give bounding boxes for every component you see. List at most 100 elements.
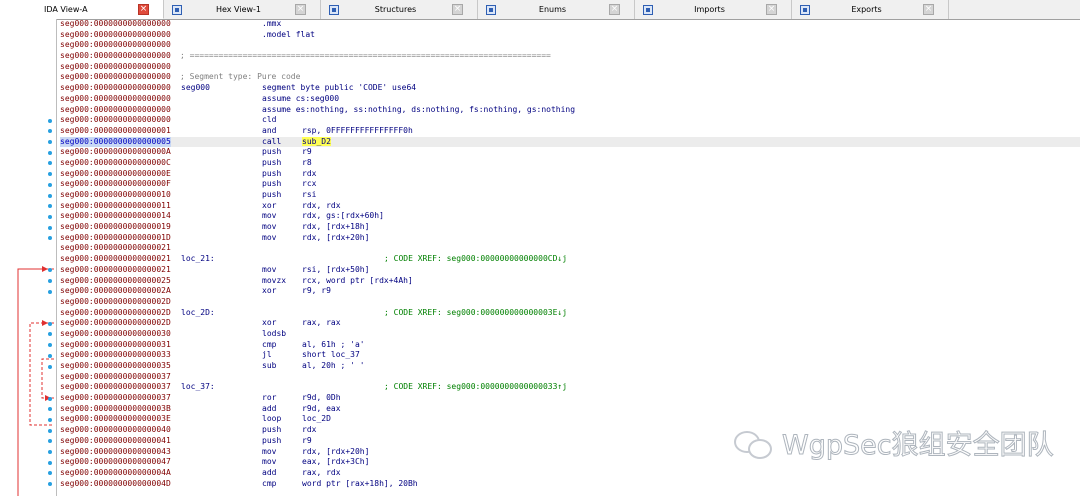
listing-row[interactable]: seg000:0000000000000000 [60, 40, 1080, 51]
highlighted-operand[interactable]: sub_D2 [302, 136, 331, 146]
close-icon[interactable]: × [295, 4, 306, 15]
address[interactable]: seg000:0000000000000000 [60, 19, 171, 30]
operand[interactable]: rax, rdx [302, 468, 341, 479]
listing-row[interactable]: seg000:0000000000000011 xor rdx, rdx [48, 201, 1080, 212]
breakpoint-dot-icon[interactable] [48, 353, 52, 358]
address[interactable]: seg000:0000000000000000 [60, 115, 171, 126]
listing-row[interactable]: seg000:0000000000000000 cld [48, 115, 1080, 126]
address[interactable]: seg000:000000000000000C [60, 158, 171, 169]
address[interactable]: seg000:0000000000000040 [60, 425, 171, 436]
mnemonic[interactable]: sub [262, 361, 276, 372]
breakpoint-dot-icon[interactable] [48, 321, 52, 326]
listing-row[interactable]: seg000:0000000000000025 movzx rcx, word pt… [48, 276, 1080, 287]
address[interactable]: seg000:0000000000000005 [60, 136, 171, 148]
code-label[interactable]: seg000 [181, 83, 210, 94]
address[interactable]: seg000:0000000000000043 [60, 447, 171, 458]
breakpoint-dot-icon[interactable] [48, 150, 52, 155]
tab-enums[interactable]: Enums × [478, 0, 635, 19]
operand[interactable]: rcx, word ptr [rdx+4Ah] [302, 276, 413, 287]
mnemonic[interactable]: mov [262, 233, 276, 244]
listing-row[interactable]: seg000:0000000000000000 .mmx [60, 19, 1080, 30]
address[interactable]: seg000:0000000000000000 [60, 94, 171, 105]
mnemonic[interactable]: call [262, 137, 281, 148]
listing-row[interactable]: seg000:0000000000000000 [60, 62, 1080, 73]
listing-row[interactable]: seg000:0000000000000005 call sub_D2 [48, 136, 1080, 148]
listing-row[interactable]: seg000:0000000000000021 mov rsi, [rdx+50h] [48, 265, 1080, 276]
address[interactable]: seg000:0000000000000035 [60, 361, 171, 372]
operand-text[interactable]: short loc_37 [302, 350, 360, 359]
listing-row[interactable]: seg000:000000000000000A push r9 [48, 147, 1080, 158]
operand-text[interactable]: r9, r9 [302, 286, 331, 295]
listing-row[interactable]: seg000:000000000000002D loc_2D: ; CODE XRE… [60, 308, 1080, 319]
operand[interactable]: rdx [302, 169, 316, 180]
close-icon[interactable]: × [766, 4, 777, 15]
address[interactable]: seg000:0000000000000021 [60, 254, 171, 265]
breakpoint-dot-icon[interactable] [48, 289, 52, 294]
address[interactable]: seg000:000000000000002A [60, 286, 171, 297]
operand[interactable]: rsp, 0FFFFFFFFFFFFFFF0h [302, 126, 413, 137]
address[interactable]: seg000:0000000000000041 [60, 436, 171, 447]
operand-text[interactable]: rdx, [rdx+20h] [302, 233, 369, 242]
mnemonic[interactable]: push [262, 436, 281, 447]
operand-text[interactable]: rdx, gs:[rdx+60h] [302, 211, 384, 220]
mnemonic[interactable]: and [262, 126, 276, 137]
listing-row[interactable]: seg000:000000000000001D mov rdx, [rdx+20h] [48, 233, 1080, 244]
address[interactable]: seg000:0000000000000037 [60, 393, 171, 404]
operand[interactable]: rdx, gs:[rdx+60h] [302, 211, 384, 222]
breakpoint-dot-icon[interactable] [48, 118, 52, 123]
mnemonic[interactable]: lodsb [262, 329, 286, 340]
operand[interactable]: rdx, [rdx+20h] [302, 447, 369, 458]
listing-row[interactable]: seg000:0000000000000035 sub al, 20h ; ' ' [48, 361, 1080, 372]
address[interactable]: seg000:000000000000001D [60, 233, 171, 244]
mnemonic[interactable]: assume cs:seg000 [262, 94, 339, 105]
listing-row[interactable]: seg000:0000000000000000 .model flat [60, 30, 1080, 41]
listing-row[interactable]: seg000:0000000000000000 ; ===============… [60, 51, 1080, 62]
xref-comment[interactable]: ; CODE XREF: seg000:000000000000003E↓j [384, 308, 567, 319]
breakpoint-dot-icon[interactable] [48, 417, 52, 422]
address[interactable]: seg000:0000000000000000 [60, 30, 171, 41]
xref-comment[interactable]: ; CODE XREF: seg000:00000000000000CD↓j [384, 254, 567, 265]
address[interactable]: seg000:0000000000000000 [60, 105, 171, 116]
mnemonic[interactable]: cld [262, 115, 276, 126]
tab-structures[interactable]: Structures × [321, 0, 478, 19]
listing-row[interactable]: seg000:000000000000004D cmp word ptr [rax+… [48, 479, 1080, 490]
listing-row[interactable]: seg000:0000000000000019 mov rdx, [rdx+18h] [48, 222, 1080, 233]
operand-text[interactable]: r9 [302, 147, 312, 156]
listing-row[interactable]: seg000:0000000000000000 ; Segment type: P… [60, 72, 1080, 83]
operand[interactable]: word ptr [rax+18h], 20Bh [302, 479, 418, 490]
listing-row[interactable]: seg000:0000000000000000 assume cs:seg000 [60, 94, 1080, 105]
operand-text[interactable]: rcx [302, 179, 316, 188]
address[interactable]: seg000:0000000000000021 [60, 265, 171, 276]
operand-text[interactable]: rdx [302, 425, 316, 434]
address[interactable]: seg000:000000000000002D [60, 308, 171, 319]
listing-row[interactable]: seg000:0000000000000021 loc_21: ; CODE XRE… [60, 254, 1080, 265]
address[interactable]: seg000:000000000000000E [60, 169, 171, 180]
operand[interactable]: short loc_37 [302, 350, 360, 361]
address[interactable]: seg000:0000000000000037 [60, 372, 171, 383]
operand-text[interactable]: rdx, [rdx+18h] [302, 222, 369, 231]
mnemonic[interactable]: push [262, 425, 281, 436]
mnemonic[interactable]: mov [262, 447, 276, 458]
address[interactable]: seg000:0000000000000033 [60, 350, 171, 361]
code-label[interactable]: loc_2D: [181, 308, 215, 319]
mnemonic[interactable]: xor [262, 318, 276, 329]
operand[interactable]: rdx, rdx [302, 201, 341, 212]
listing-row[interactable]: seg000:0000000000000014 mov rdx, gs:[rdx+6… [48, 211, 1080, 222]
listing-row[interactable]: seg000:000000000000002D xor rax, rax [48, 318, 1080, 329]
mnemonic[interactable]: assume es:nothing, ss:nothing, ds:nothin… [262, 105, 575, 116]
operand[interactable]: rdx [302, 425, 316, 436]
listing-row[interactable]: seg000:000000000000000F push rcx [48, 179, 1080, 190]
address[interactable]: seg000:0000000000000019 [60, 222, 171, 233]
mnemonic[interactable]: add [262, 468, 276, 479]
mnemonic[interactable]: cmp [262, 340, 276, 351]
breakpoint-dot-icon[interactable] [48, 225, 52, 230]
operand-text[interactable]: rax, rdx [302, 468, 341, 477]
listing-row[interactable]: seg000:000000000000000C push r8 [48, 158, 1080, 169]
mnemonic[interactable]: mov [262, 211, 276, 222]
operand[interactable]: r9d, 0Dh [302, 393, 341, 404]
mnemonic[interactable]: movzx [262, 276, 286, 287]
close-icon[interactable]: × [609, 4, 620, 15]
address[interactable]: seg000:0000000000000025 [60, 276, 171, 287]
operand-text[interactable]: eax, [rdx+3Ch] [302, 457, 369, 466]
mnemonic[interactable]: push [262, 147, 281, 158]
